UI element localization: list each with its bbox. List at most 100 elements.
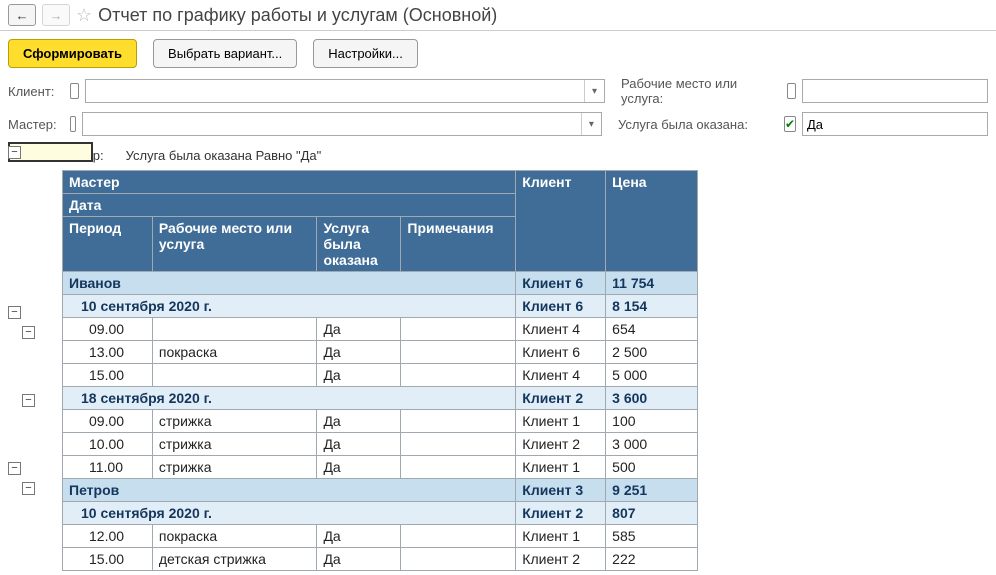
price-cell: 500 xyxy=(606,456,698,479)
client-cell: Клиент 2 xyxy=(516,548,606,571)
master-cell: Петров xyxy=(63,479,516,502)
th-client: Клиент xyxy=(516,171,606,272)
table-row[interactable]: ИвановКлиент 611 754 xyxy=(63,272,698,295)
master-combo[interactable]: ▾ xyxy=(82,112,602,136)
notes-cell xyxy=(401,364,516,387)
serv-cell: Да xyxy=(317,433,401,456)
master-input[interactable] xyxy=(83,113,581,135)
tree-toggle-master-2[interactable]: − xyxy=(8,462,21,475)
client-cell: Клиент 6 xyxy=(516,295,606,318)
serv-cell: Да xyxy=(317,548,401,571)
master-checkbox[interactable] xyxy=(70,116,76,132)
th-workplace: Рабочие место или услуга xyxy=(152,217,317,272)
serv-cell: Да xyxy=(317,364,401,387)
date-cell: 10 сентября 2020 г. xyxy=(63,295,516,318)
tree-toggle-date-1[interactable]: − xyxy=(22,326,35,339)
th-master: Мастер xyxy=(63,171,516,194)
period-cell: 15.00 xyxy=(63,364,153,387)
client-cell: Клиент 1 xyxy=(516,456,606,479)
work-cell xyxy=(152,318,317,341)
workplace-checkbox[interactable] xyxy=(787,83,796,99)
th-notes: Примечания xyxy=(401,217,516,272)
table-row[interactable]: 11.00стрижкаДа Клиент 1500 xyxy=(63,456,698,479)
price-cell: 3 600 xyxy=(606,387,698,410)
notes-cell xyxy=(401,456,516,479)
period-cell: 10.00 xyxy=(63,433,153,456)
work-cell: стрижка xyxy=(152,433,317,456)
page-title: Отчет по графику работы и услугам (Основ… xyxy=(98,5,497,26)
table-row[interactable]: 09.00ДаКлиент 4654 xyxy=(63,318,698,341)
work-cell: стрижка xyxy=(152,456,317,479)
serv-cell: Да xyxy=(317,525,401,548)
serv-cell: Да xyxy=(317,318,401,341)
master-dropdown-icon[interactable]: ▾ xyxy=(581,113,601,135)
client-checkbox[interactable] xyxy=(70,83,79,99)
price-cell: 8 154 xyxy=(606,295,698,318)
price-cell: 807 xyxy=(606,502,698,525)
date-cell: 10 сентября 2020 г. xyxy=(63,502,516,525)
table-row[interactable]: 13.00покраскаДаКлиент 62 500 xyxy=(63,341,698,364)
tree-toggle-date-2[interactable]: − xyxy=(22,394,35,407)
client-cell: Клиент 4 xyxy=(516,318,606,341)
work-cell: детская стрижка xyxy=(152,548,317,571)
favorite-star-icon[interactable]: ☆ xyxy=(76,5,92,26)
workplace-combo[interactable] xyxy=(802,79,988,103)
period-cell: 09.00 xyxy=(63,410,153,433)
service-done-input[interactable] xyxy=(803,113,987,135)
work-cell: покраска xyxy=(152,525,317,548)
period-cell: 12.00 xyxy=(63,525,153,548)
client-cell: Клиент 1 xyxy=(516,525,606,548)
client-label: Клиент: xyxy=(8,84,64,99)
generate-button[interactable]: Сформировать xyxy=(8,39,137,68)
serv-cell: Да xyxy=(317,410,401,433)
applied-filter-text: Отбор: Услуга была оказана Равно "Да" xyxy=(62,146,988,166)
client-cell: Клиент 4 xyxy=(516,364,606,387)
period-cell: 15.00 xyxy=(63,548,153,571)
client-cell: Клиент 6 xyxy=(516,272,606,295)
nav-back-button[interactable]: ← xyxy=(8,4,36,26)
tree-toggle-date-3[interactable]: − xyxy=(22,482,35,495)
th-period: Период xyxy=(63,217,153,272)
table-row[interactable]: 10 сентября 2020 г.Клиент 2807 xyxy=(63,502,698,525)
tree-toggle-root[interactable]: − xyxy=(8,146,21,159)
client-cell: Клиент 2 xyxy=(516,387,606,410)
table-row[interactable]: 15.00детская стрижкаДаКлиент 2222 xyxy=(63,548,698,571)
th-date: Дата xyxy=(63,194,516,217)
choose-variant-button[interactable]: Выбрать вариант... xyxy=(153,39,297,68)
work-cell: покраска xyxy=(152,341,317,364)
price-cell: 654 xyxy=(606,318,698,341)
notes-cell xyxy=(401,410,516,433)
price-cell: 585 xyxy=(606,525,698,548)
work-cell xyxy=(152,364,317,387)
tree-toggle-master-1[interactable]: − xyxy=(8,306,21,319)
price-cell: 100 xyxy=(606,410,698,433)
table-row[interactable]: 10.00стрижкаДа Клиент 23 000 xyxy=(63,433,698,456)
service-done-combo[interactable] xyxy=(802,112,988,136)
table-row[interactable]: 18 сентября 2020 г.Клиент 23 600 xyxy=(63,387,698,410)
client-cell: Клиент 2 xyxy=(516,433,606,456)
workplace-input[interactable] xyxy=(803,80,987,102)
table-row[interactable]: 12.00покраскаДа Клиент 1585 xyxy=(63,525,698,548)
tree-gutter: − − − − − − xyxy=(8,146,62,571)
client-dropdown-icon[interactable]: ▾ xyxy=(584,80,604,102)
table-row[interactable]: 15.00ДаКлиент 45 000 xyxy=(63,364,698,387)
price-cell: 11 754 xyxy=(606,272,698,295)
price-cell: 2 500 xyxy=(606,341,698,364)
table-row[interactable]: 09.00стрижкаДаКлиент 1100 xyxy=(63,410,698,433)
th-price: Цена xyxy=(606,171,698,272)
client-cell: Клиент 2 xyxy=(516,502,606,525)
settings-button[interactable]: Настройки... xyxy=(313,39,418,68)
price-cell: 3 000 xyxy=(606,433,698,456)
table-row[interactable]: ПетровКлиент 39 251 xyxy=(63,479,698,502)
service-done-checkbox[interactable] xyxy=(784,116,796,132)
period-cell: 13.00 xyxy=(63,341,153,364)
nav-forward-button[interactable]: → xyxy=(42,4,70,26)
period-cell: 11.00 xyxy=(63,456,153,479)
date-cell: 18 сентября 2020 г. xyxy=(63,387,516,410)
serv-cell: Да xyxy=(317,456,401,479)
client-combo[interactable]: ▾ xyxy=(85,79,605,103)
notes-cell xyxy=(401,525,516,548)
client-input[interactable] xyxy=(86,80,584,102)
table-row[interactable]: 10 сентября 2020 г.Клиент 68 154 xyxy=(63,295,698,318)
workplace-label: Рабочие место или услуга: xyxy=(621,76,781,106)
